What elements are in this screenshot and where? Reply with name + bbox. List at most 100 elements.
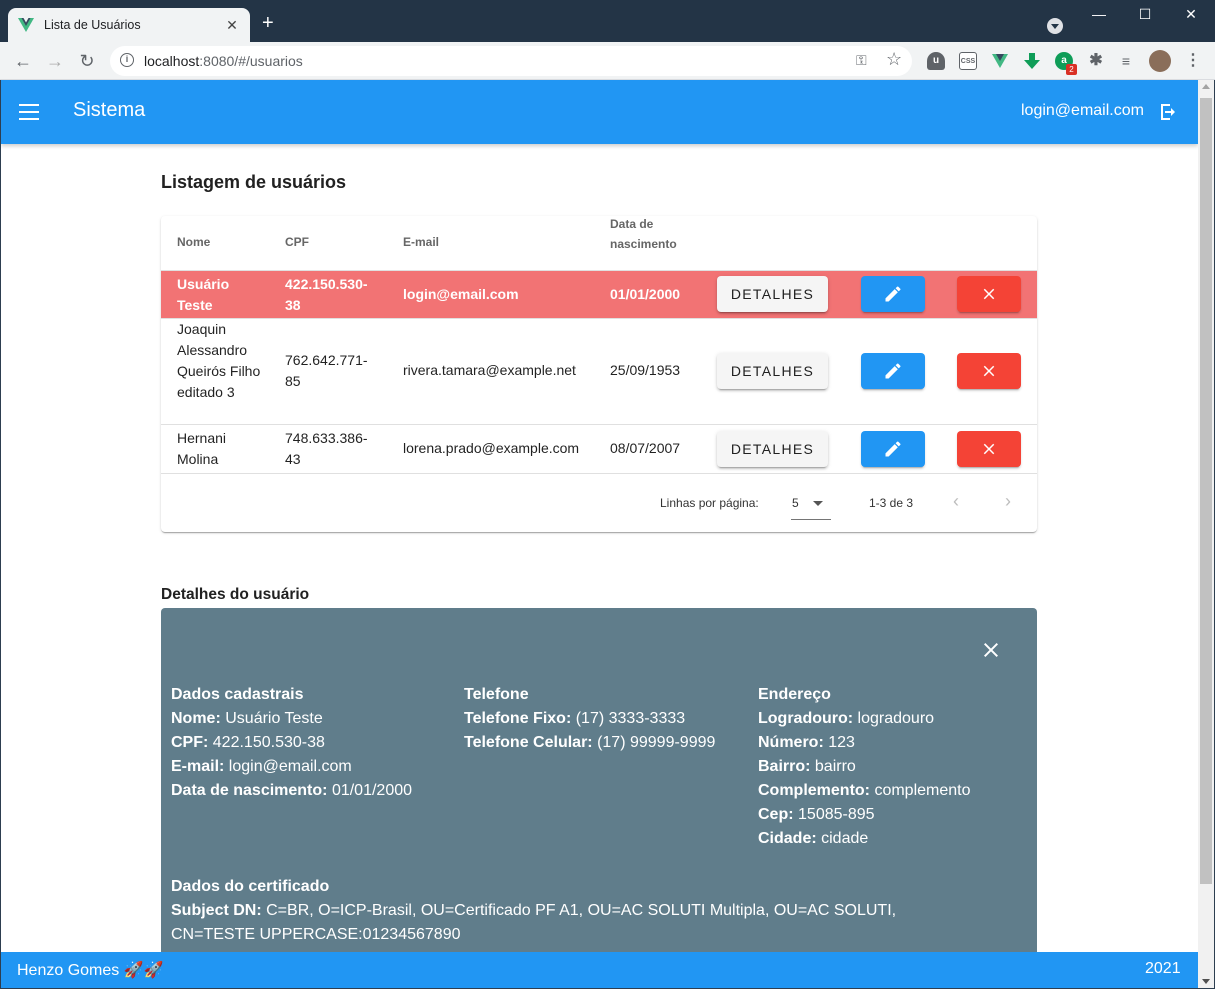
user-email: login@email.com <box>1021 102 1144 119</box>
fixo-value: (17) 3333-3333 <box>575 710 686 727</box>
browser-toolbar: ← → ↻ i localhost:8080/#/usuarios ⚿ ☆ u … <box>0 42 1215 80</box>
extension-badge: 2 <box>1066 64 1077 75</box>
logradouro-label: Logradouro: <box>758 710 854 727</box>
cep-value: 15085-895 <box>798 806 875 823</box>
cpf-label: CPF: <box>171 734 209 751</box>
cidade-value: cidade <box>821 830 869 847</box>
complemento-value: complemento <box>874 782 971 799</box>
scroll-up-icon[interactable] <box>1202 84 1210 89</box>
delete-button[interactable] <box>957 431 1021 467</box>
endereco-section: Endereço Logradouro: logradouro Número: … <box>758 683 971 851</box>
app-viewport: Sistema login@email.com Listagem de usuá… <box>1 80 1198 988</box>
cell-cpf: 422.150.530-38 <box>285 276 368 313</box>
cidade-label: Cidade: <box>758 830 817 847</box>
new-tab-icon[interactable]: + <box>262 13 274 33</box>
cell-nascimento: 25/09/1953 <box>610 362 681 378</box>
details-button[interactable]: DETALHES <box>717 276 828 312</box>
reload-icon[interactable]: ↻ <box>76 50 98 72</box>
url-host: localhost <box>144 53 200 69</box>
pencil-icon <box>885 441 901 457</box>
css-extension-icon[interactable]: CSS <box>959 52 977 70</box>
table-row[interactable]: Hernani Molina 748.633.386-43 lorena.pra… <box>161 425 1037 474</box>
next-page-icon[interactable]: › <box>1005 491 1011 512</box>
cell-email: login@email.com <box>403 286 519 302</box>
subject-label: Subject DN: <box>171 902 262 919</box>
close-icon <box>983 443 995 455</box>
details-button[interactable]: DETALHES <box>717 353 828 389</box>
scroll-down-icon[interactable] <box>1202 979 1210 984</box>
cell-email: lorena.prado@example.com <box>403 440 580 456</box>
rows-per-page-value: 5 <box>792 496 799 510</box>
email-value: login@email.com <box>228 758 352 775</box>
browser-tab[interactable]: Lista de Usuários ✕ <box>8 8 250 42</box>
header-nascimento[interactable]: Data de nascimento <box>610 216 690 254</box>
tab-title: Lista de Usuários <box>44 18 141 32</box>
app-bar: Sistema login@email.com <box>1 80 1198 144</box>
cell-email: rivera.tamara@example.net <box>403 362 576 378</box>
address-bar[interactable]: i localhost:8080/#/usuarios ⚿ ☆ <box>110 46 912 76</box>
nascimento-label: Data de nascimento: <box>171 782 328 799</box>
tab-close-icon[interactable]: ✕ <box>224 17 240 34</box>
logout-icon[interactable] <box>1156 100 1180 124</box>
menu-icon[interactable] <box>19 104 39 120</box>
ublock-icon[interactable]: u <box>927 52 945 70</box>
nome-label: Nome: <box>171 710 221 727</box>
download-extension-icon[interactable] <box>1023 52 1041 70</box>
prev-page-icon[interactable]: ‹ <box>953 491 959 512</box>
table-row[interactable]: Joaquin Alessandro Queirós Filho editado… <box>161 319 1037 425</box>
numero-value: 123 <box>828 734 855 751</box>
header-email[interactable]: E-mail <box>403 232 439 252</box>
dropdown-arrow-icon <box>813 501 823 506</box>
details-button[interactable]: DETALHES <box>717 431 828 467</box>
url-text: localhost:8080/#/usuarios <box>144 53 303 69</box>
header-cpf[interactable]: CPF <box>285 232 309 252</box>
window-close-icon[interactable]: ✕ <box>1176 6 1206 23</box>
tab-search-icon[interactable] <box>1047 18 1063 34</box>
cell-nome: Joaquin Alessandro Queirós Filho editado… <box>177 321 261 400</box>
site-info-icon[interactable]: i <box>120 53 134 67</box>
endereco-heading: Endereço <box>758 686 831 703</box>
edit-button[interactable] <box>861 431 925 467</box>
delete-button[interactable] <box>957 353 1021 389</box>
table-footer: Linhas por página: 5 1-3 de 3 ‹ › <box>161 474 1037 532</box>
pagination-range: 1-3 de 3 <box>869 496 914 510</box>
edit-button[interactable] <box>861 353 925 389</box>
rows-per-page-select[interactable]: 5 <box>791 488 831 520</box>
close-icon <box>983 288 995 300</box>
logradouro-value: logradouro <box>857 710 935 727</box>
footer-author: Henzo Gomes 🚀🚀 <box>17 962 164 979</box>
complemento-label: Complemento: <box>758 782 870 799</box>
minimize-icon[interactable]: — <box>1084 6 1114 22</box>
header-nome[interactable]: Nome <box>177 232 210 252</box>
browser-titlebar: Lista de Usuários ✕ + — ☐ ✕ <box>0 0 1215 42</box>
page-scrollbar[interactable] <box>1198 80 1214 988</box>
scrollbar-thumb[interactable] <box>1200 98 1212 884</box>
subject-value: C=BR, O=ICP-Brasil, OU=Certificado PF A1… <box>171 902 897 943</box>
certificado-section: Dados do certificado Subject DN: C=BR, O… <box>171 875 951 947</box>
certificado-heading: Dados do certificado <box>171 878 330 895</box>
delete-button[interactable] <box>957 276 1021 312</box>
close-icon <box>983 365 995 377</box>
edit-button[interactable] <box>861 276 925 312</box>
numero-label: Número: <box>758 734 824 751</box>
forward-icon[interactable]: → <box>44 50 66 72</box>
table-row[interactable]: Usuário Teste 422.150.530-38 login@email… <box>161 271 1037 319</box>
back-icon[interactable]: ← <box>12 50 34 72</box>
footer-year: 2021 <box>1145 960 1181 977</box>
cadastrais-heading: Dados cadastrais <box>171 686 304 703</box>
bookmark-star-icon[interactable]: ☆ <box>886 49 902 70</box>
profile-avatar[interactable] <box>1149 50 1171 72</box>
key-icon[interactable]: ⚿ <box>856 52 867 69</box>
media-control-icon[interactable]: ≡ <box>1117 52 1135 70</box>
pencil-icon <box>885 363 901 379</box>
cell-cpf: 762.642.771-85 <box>285 352 368 389</box>
browser-menu-icon[interactable]: ⋮ <box>1184 52 1202 70</box>
close-details-icon[interactable] <box>979 638 1003 662</box>
nascimento-value: 01/01/2000 <box>331 782 413 799</box>
extensions-puzzle-icon[interactable]: ✱ <box>1087 52 1105 70</box>
rows-per-page-label: Linhas por página: <box>660 496 759 510</box>
cpf-value: 422.150.530-38 <box>212 734 325 751</box>
vue-devtools-icon[interactable] <box>991 52 1009 70</box>
maximize-icon[interactable]: ☐ <box>1130 6 1160 23</box>
app-title: Sistema <box>73 99 146 121</box>
